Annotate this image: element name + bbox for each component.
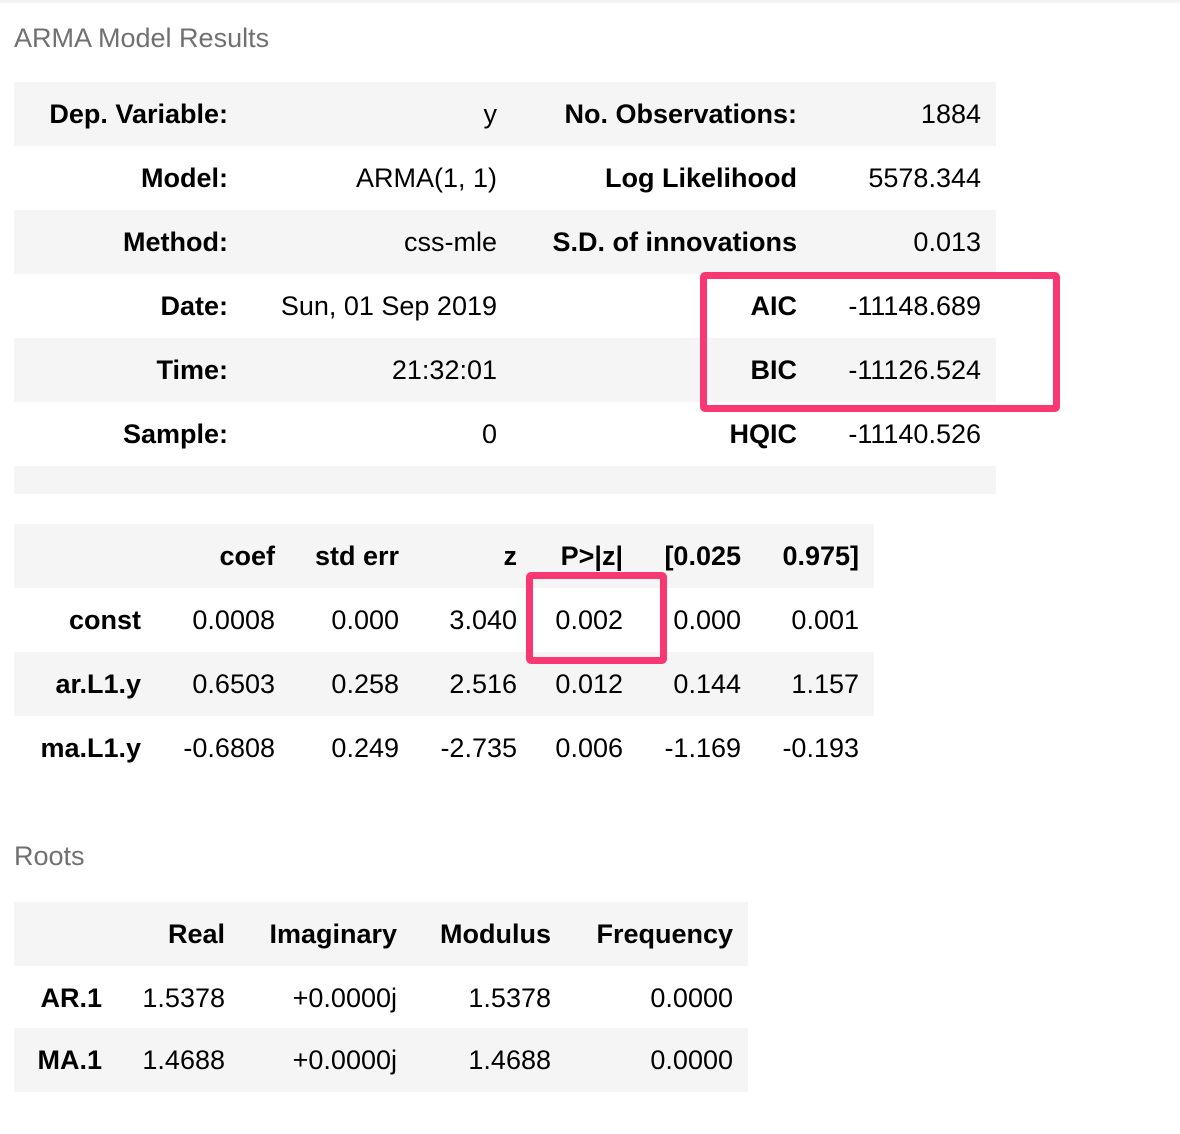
z-value: 3.040 bbox=[449, 605, 517, 635]
table-row: Method: css-mle S.D. of innovations 0.01… bbox=[14, 210, 996, 274]
row-value: 5578.344 bbox=[868, 163, 981, 193]
table-header-row: Real Imaginary Modulus Frequency bbox=[14, 902, 748, 966]
column-header: std err bbox=[314, 541, 399, 571]
coef-value: 0.0008 bbox=[192, 605, 275, 635]
table-row: MA.1 1.4688 +0.0000j 1.4688 0.0000 bbox=[14, 1028, 748, 1092]
frequency-value: 0.0000 bbox=[650, 1045, 733, 1075]
table-row: ma.L1.y -0.6808 0.249 -2.735 0.006 -1.16… bbox=[14, 716, 874, 780]
row-label: Date: bbox=[160, 291, 228, 321]
p-value: 0.006 bbox=[555, 733, 623, 763]
row-label: ar.L1.y bbox=[55, 669, 141, 699]
table-header-row: coef std err z P>|z| [0.025 0.975] bbox=[14, 524, 874, 588]
row-label: Time: bbox=[156, 355, 228, 385]
p-value-highlight-box bbox=[526, 572, 667, 664]
row-value: 1884 bbox=[920, 99, 981, 129]
table-row: ar.L1.y 0.6503 0.258 2.516 0.012 0.144 1… bbox=[14, 652, 874, 716]
table-footer-strip bbox=[14, 466, 996, 494]
column-header: Imaginary bbox=[269, 919, 397, 949]
imaginary-value: +0.0000j bbox=[292, 1045, 397, 1075]
ci-upper-value: 0.001 bbox=[791, 605, 859, 635]
real-value: 1.5378 bbox=[142, 983, 225, 1013]
column-header: Modulus bbox=[440, 919, 551, 949]
modulus-value: 1.5378 bbox=[468, 983, 551, 1013]
row-label: Dep. Variable: bbox=[49, 99, 228, 129]
table-row: Model: ARMA(1, 1) Log Likelihood 5578.34… bbox=[14, 146, 996, 210]
z-value: -2.735 bbox=[440, 733, 517, 763]
modulus-value: 1.4688 bbox=[468, 1045, 551, 1075]
ci-lower-value: -1.169 bbox=[664, 733, 741, 763]
std-err-value: 0.258 bbox=[331, 669, 399, 699]
column-header: 0.975] bbox=[782, 541, 859, 571]
row-label: MA.1 bbox=[37, 1045, 102, 1075]
std-err-value: 0.249 bbox=[331, 733, 399, 763]
row-label: ma.L1.y bbox=[40, 733, 141, 763]
row-value: 21:32:01 bbox=[391, 355, 497, 385]
ci-upper-value: -0.193 bbox=[782, 733, 859, 763]
coef-value: 0.6503 bbox=[192, 669, 275, 699]
column-header: Frequency bbox=[596, 919, 733, 949]
row-label: Model: bbox=[141, 163, 228, 193]
table-row: Dep. Variable: y No. Observations: 1884 bbox=[14, 82, 996, 146]
imaginary-value: +0.0000j bbox=[292, 983, 397, 1013]
row-value: 0 bbox=[481, 419, 497, 449]
ci-upper-value: 1.157 bbox=[791, 669, 859, 699]
row-label: S.D. of innovations bbox=[552, 227, 797, 257]
z-value: 2.516 bbox=[449, 669, 517, 699]
row-value: y bbox=[483, 99, 498, 129]
real-value: 1.4688 bbox=[142, 1045, 225, 1075]
column-header: Real bbox=[167, 919, 225, 949]
row-value: ARMA(1, 1) bbox=[355, 163, 497, 193]
table-row: AR.1 1.5378 +0.0000j 1.5378 0.0000 bbox=[14, 966, 748, 1030]
std-err-value: 0.000 bbox=[331, 605, 399, 635]
column-header: coef bbox=[219, 541, 275, 571]
aic-bic-highlight-box bbox=[700, 272, 1060, 412]
row-label: Sample: bbox=[122, 419, 228, 449]
row-label: No. Observations: bbox=[564, 99, 797, 129]
results-caption: ARMA Model Results bbox=[14, 23, 270, 53]
row-value: 0.013 bbox=[913, 227, 981, 257]
row-label: AR.1 bbox=[40, 983, 102, 1013]
row-label: const bbox=[68, 605, 141, 635]
table-row: const 0.0008 0.000 3.040 0.002 0.000 0.0… bbox=[14, 588, 874, 652]
column-header: z bbox=[503, 541, 518, 571]
row-label: Method: bbox=[123, 227, 228, 257]
frequency-value: 0.0000 bbox=[650, 983, 733, 1013]
row-value: Sun, 01 Sep 2019 bbox=[280, 291, 497, 321]
roots-caption: Roots bbox=[14, 841, 85, 871]
top-divider bbox=[0, 0, 1180, 3]
row-value: css-mle bbox=[404, 227, 497, 257]
row-label: Log Likelihood bbox=[605, 163, 797, 193]
coef-value: -0.6808 bbox=[183, 733, 275, 763]
